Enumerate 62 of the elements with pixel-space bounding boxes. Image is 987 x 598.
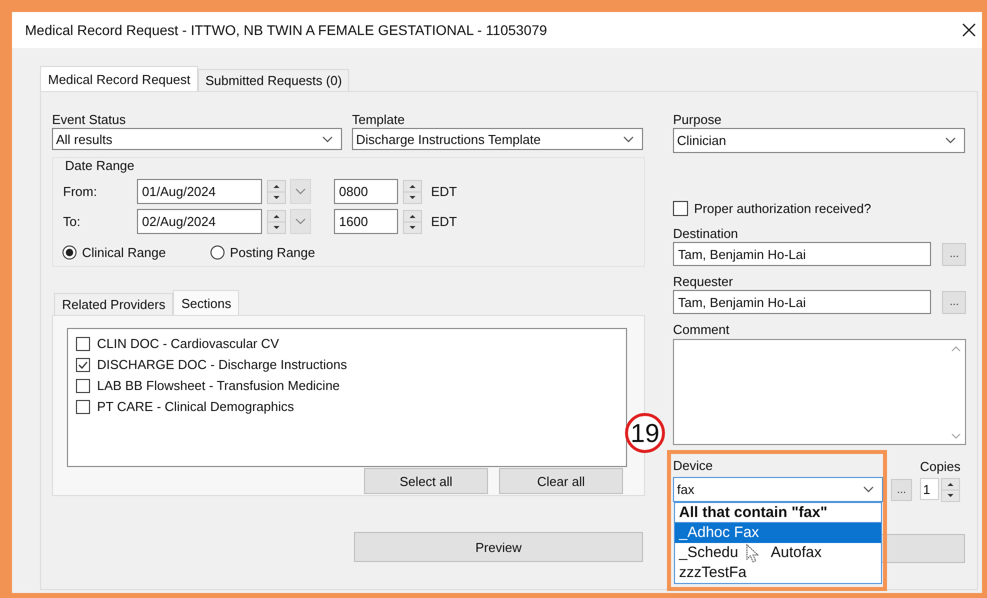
device-combo-box[interactable]: fax [673, 477, 883, 502]
spinner-icon[interactable] [267, 210, 286, 234]
section-item[interactable]: LAB BB Flowsheet - Transfusion Medicine [97, 378, 340, 393]
time-zone-label: EDT [431, 184, 457, 199]
radio-button[interactable]: Posting Range [210, 245, 316, 260]
destination-field[interactable]: Tam, Benjamin Ho-Lai [673, 242, 932, 266]
spinner-icon[interactable] [941, 478, 960, 502]
section-item[interactable]: CLIN DOC - Cardiovascular CV [97, 336, 280, 351]
preview-button[interactable]: Preview [354, 532, 643, 562]
chevron-down-icon [863, 486, 874, 493]
spinner-icon[interactable] [267, 180, 286, 204]
select-all-button[interactable]: Select all [364, 468, 488, 494]
date-field[interactable]: 01/Aug/2024 [137, 179, 262, 204]
tab[interactable]: Medical Record Request [40, 66, 198, 91]
field-label: To: [62, 214, 82, 229]
template-dropdown[interactable]: Discharge Instructions Template [352, 128, 643, 150]
section-item[interactable]: PT CARE - Clinical Demographics [97, 399, 294, 414]
clear-all-button[interactable]: Clear all [499, 468, 623, 494]
field-label: Template [352, 112, 406, 128]
checkbox-icon[interactable] [76, 358, 90, 372]
field-label: Copies [920, 459, 960, 475]
comment-field[interactable] [673, 339, 966, 445]
copies-field[interactable]: 1 [920, 478, 939, 500]
field-label: Purpose [673, 112, 722, 128]
time-field[interactable]: 0800 [334, 179, 398, 204]
checkbox-icon[interactable] [76, 336, 90, 350]
field-label: Destination [673, 226, 740, 242]
field-label: Comment [673, 322, 730, 338]
tab[interactable]: Related Providers [54, 293, 174, 315]
section-item[interactable]: DISCHARGE DOC - Discharge Instructions [97, 357, 347, 372]
time-zone-label: EDT [431, 214, 457, 229]
chevron-down-icon [623, 136, 634, 142]
date-field[interactable]: 02/Aug/2024 [137, 209, 262, 234]
spinner-icon[interactable] [403, 180, 422, 204]
spinner-icon[interactable] [403, 210, 422, 234]
field-label: Requester [673, 274, 734, 290]
chevron-down-icon [322, 136, 333, 142]
field-label: Event Status [52, 112, 127, 128]
tab[interactable]: Submitted Requests (0) [198, 69, 349, 91]
step-number-badge: 19 [625, 413, 665, 453]
time-field[interactable]: 1600 [334, 209, 398, 234]
browse-button[interactable]: ... [942, 242, 966, 266]
group-title: Date Range [65, 158, 136, 174]
checkbox-icon[interactable] [76, 378, 90, 392]
field-label: From: [62, 184, 98, 199]
browse-button[interactable]: ... [942, 290, 966, 314]
field-label: Device [673, 458, 714, 474]
purpose-dropdown[interactable]: Clinician [673, 128, 965, 153]
radio-button[interactable]: Clinical Range [62, 245, 166, 260]
dropdown-item[interactable]: _Schedu Autofax [675, 543, 881, 563]
tab[interactable]: Sections [173, 290, 240, 315]
checkbox-icon[interactable] [76, 400, 90, 414]
window-title: Medical Record Request - ITTWO, NB TWIN A FEMALE GESTATIONAL - 11053079 [25, 22, 548, 38]
event-status-dropdown[interactable]: All results [52, 128, 342, 150]
dropdown-item[interactable]: _Adhoc Fax [675, 523, 881, 543]
browse-button[interactable]: ... [891, 479, 912, 501]
chevron-down-icon [945, 137, 956, 144]
close-icon[interactable] [962, 23, 976, 37]
requester-field[interactable]: Tam, Benjamin Ho-Lai [673, 290, 932, 314]
cursor-icon [746, 544, 760, 563]
checkbox[interactable]: Proper authorization received? [673, 201, 966, 216]
dropdown-item[interactable]: zzzTestFa [675, 563, 881, 583]
